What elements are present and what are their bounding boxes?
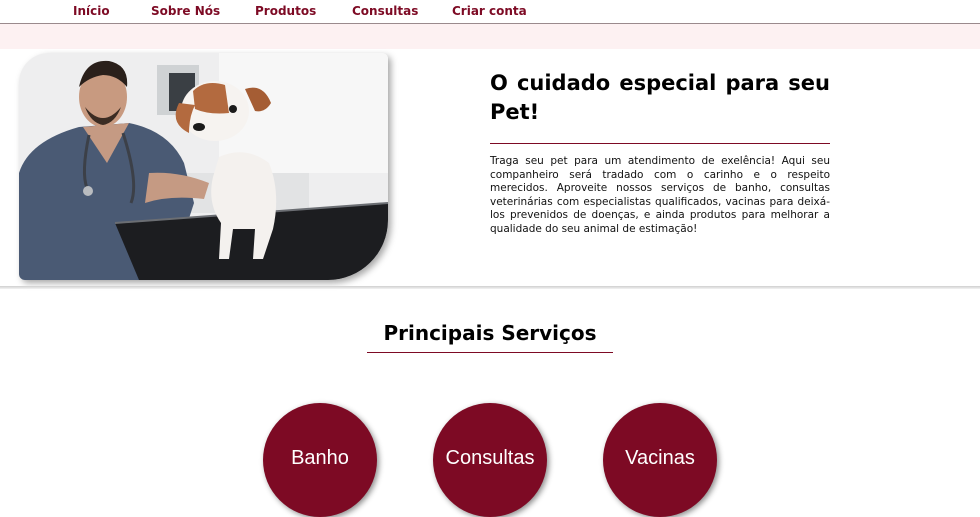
nav-link-inicio[interactable]: Início [73,4,110,18]
nav-link-criar-conta[interactable]: Criar conta [452,4,527,18]
hero-description: Traga seu pet para um atendimento de exe… [490,155,830,235]
hero-title: O cuidado especial para seu Pet! [490,71,830,124]
header-band [0,24,980,49]
service-card-vacinas[interactable]: Vacinas [603,403,717,517]
service-card-banho[interactable]: Banho [263,403,377,517]
service-label-banho: Banho [291,447,349,469]
service-label-vacinas: Vacinas [625,447,695,469]
nav-link-produtos[interactable]: Produtos [255,4,316,18]
hero-image-vet-with-dog [19,53,388,280]
services-title-underline [367,352,613,353]
hero-divider [490,143,830,144]
nav-link-sobre-nos[interactable]: Sobre Nós [151,4,220,18]
top-navigation: Início Sobre Nós Produtos Consultas Cria… [0,0,980,24]
nav-link-consultas[interactable]: Consultas [352,4,418,18]
service-card-consultas[interactable]: Consultas [433,403,547,517]
section-divider [0,286,980,289]
services-section-title: Principais Serviços [383,321,597,345]
service-label-consultas: Consultas [445,447,535,469]
